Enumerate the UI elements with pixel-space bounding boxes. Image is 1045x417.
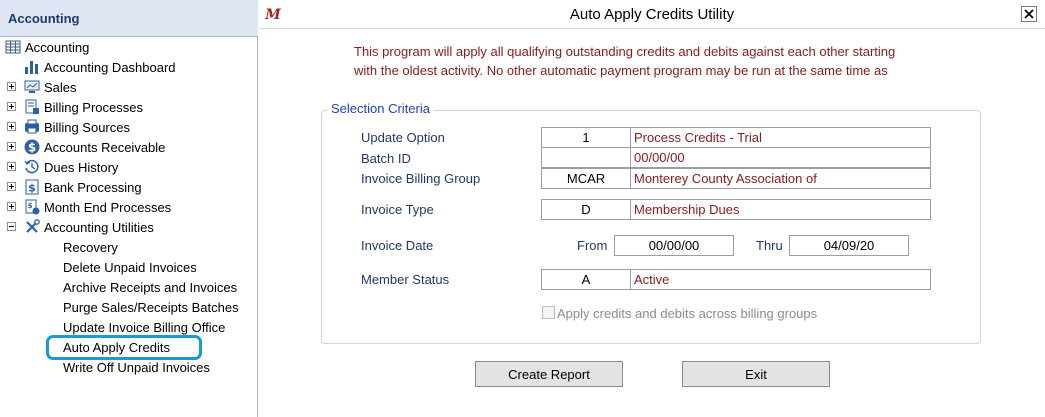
invoice-date-thru-field[interactable]: 04/09/20 <box>789 235 909 256</box>
sales-monitor-icon <box>24 80 40 93</box>
close-button[interactable] <box>1021 6 1037 22</box>
batch-id-label: Batch ID <box>361 151 411 166</box>
tree-subitem-purge-batches[interactable]: Purge Sales/Receipts Batches <box>0 297 258 317</box>
tree-item-label: Accounting Dashboard <box>44 60 176 75</box>
tree-item-label: Dues History <box>44 160 119 175</box>
tree-subitem-archive-receipts-invoices[interactable]: Archive Receipts and Invoices <box>0 277 258 297</box>
svg-text:$: $ <box>28 202 33 210</box>
tree-item-label: Accounts Receivable <box>44 140 166 155</box>
collapse-minus-icon[interactable] <box>7 222 16 231</box>
batch-id-code-field[interactable] <box>541 147 631 168</box>
close-icon <box>1024 9 1034 19</box>
tree-item-billing-processes[interactable]: Billing Processes <box>0 97 258 117</box>
dialog-titlebar: M Auto Apply Credits Utility <box>259 0 1045 29</box>
svg-text:$: $ <box>28 141 36 155</box>
tree-item-sales[interactable]: Sales <box>0 77 258 97</box>
tree-item-billing-sources[interactable]: Billing Sources <box>0 117 258 137</box>
instruction-line-1: This program will apply all qualifying o… <box>354 44 896 59</box>
tree-subitem-label: Recovery <box>63 240 118 255</box>
tools-wrench-icon <box>26 219 40 233</box>
tree-item-bank-processing[interactable]: $ Bank Processing <box>0 177 258 197</box>
bank-dollar-icon: $ <box>25 179 39 195</box>
tree-item-accounting-utilities[interactable]: Accounting Utilities <box>0 217 258 237</box>
batch-id-desc-field: 00/00/00 <box>630 147 931 168</box>
dialog-title: Auto Apply Credits Utility <box>569 6 735 23</box>
tree-subitem-label: Delete Unpaid Invoices <box>63 260 197 275</box>
billing-group-desc-field: Monterey County Association of <box>630 168 931 189</box>
invoice-type-label: Invoice Type <box>361 202 434 217</box>
exit-button[interactable]: Exit <box>682 361 830 387</box>
tree-item-label: Bank Processing <box>44 180 142 195</box>
update-option-label: Update Option <box>361 130 445 145</box>
expand-plus-icon[interactable] <box>7 162 16 171</box>
bar-chart-icon <box>25 61 38 74</box>
update-option-code-field[interactable]: 1 <box>541 127 631 148</box>
member-status-label: Member Status <box>361 272 450 287</box>
invoice-date-label: Invoice Date <box>361 238 434 253</box>
tree-subitem-update-billing-office[interactable]: Update Invoice Billing Office <box>0 317 258 337</box>
member-status-code-field[interactable]: A <box>541 269 631 290</box>
tree-item-label: Sales <box>44 80 77 95</box>
invoice-date-from-field[interactable]: 00/00/00 <box>614 235 734 256</box>
create-report-button[interactable]: Create Report <box>475 361 623 387</box>
tree-subitem-label: Purge Sales/Receipts Batches <box>63 300 239 315</box>
billing-group-label: Invoice Billing Group <box>361 171 481 186</box>
svg-text:$: $ <box>28 182 36 195</box>
instruction-line-2: with the oldest activity. No other autom… <box>354 63 888 78</box>
instruction-note: This program will apply all qualifying o… <box>354 42 974 80</box>
tree-item-accounts-receivable[interactable]: $ Accounts Receivable <box>0 137 258 157</box>
month-end-document-icon: $ <box>25 199 40 215</box>
tree-item-label: Billing Sources <box>44 120 130 135</box>
tree-subitem-write-off-unpaid[interactable]: Write Off Unpaid Invoices <box>0 357 258 377</box>
update-option-desc-field: Process Credits - Trial <box>630 127 931 148</box>
expand-plus-icon[interactable] <box>7 142 16 151</box>
apply-across-groups-checkbox[interactable] <box>542 306 555 319</box>
tree-subitem-delete-unpaid-invoices[interactable]: Delete Unpaid Invoices <box>0 257 258 277</box>
tree-subitem-label: Update Invoice Billing Office <box>63 320 226 335</box>
tree-item-accounting-dashboard[interactable]: Accounting Dashboard <box>0 57 258 77</box>
sidebar-header-title: Accounting <box>8 11 80 26</box>
tree-root-label: Accounting <box>25 40 90 55</box>
tree-item-month-end-processes[interactable]: $ Month End Processes <box>0 197 258 217</box>
tree-item-label: Billing Processes <box>44 100 143 115</box>
sidebar-header: Accounting <box>0 0 258 37</box>
member-status-desc-field: Active <box>630 269 931 290</box>
invoice-date-from-label: From <box>577 238 608 253</box>
history-clock-icon <box>24 159 39 174</box>
tree-root-accounting[interactable]: Accounting <box>0 37 258 57</box>
tree-item-label: Accounting Utilities <box>44 220 154 235</box>
accounting-sidebar: Accounting Accounting Accounting Dashboa… <box>0 0 258 417</box>
expand-plus-icon[interactable] <box>7 122 16 131</box>
tree-item-label: Month End Processes <box>44 200 172 215</box>
expand-plus-icon[interactable] <box>7 102 16 111</box>
apply-across-groups-label: Apply credits and debits across billing … <box>557 306 818 321</box>
ledger-grid-icon <box>5 40 21 54</box>
expand-plus-icon[interactable] <box>7 182 16 191</box>
tree-item-dues-history[interactable]: Dues History <box>0 157 258 177</box>
dollar-coin-icon: $ <box>24 139 40 155</box>
invoice-type-code-field[interactable]: D <box>541 199 631 220</box>
expand-plus-icon[interactable] <box>7 82 16 91</box>
billing-group-code-field[interactable]: MCAR <box>541 168 631 189</box>
selection-criteria-title: Selection Criteria <box>327 101 434 116</box>
invoice-date-thru-label: Thru <box>756 238 783 253</box>
expand-plus-icon[interactable] <box>7 202 16 211</box>
tree-subitem-recovery[interactable]: Recovery <box>0 237 258 257</box>
tree-subitem-label: Write Off Unpaid Invoices <box>63 360 210 375</box>
invoice-type-desc-field: Membership Dues <box>630 199 931 220</box>
selected-item-highlight <box>46 335 202 360</box>
tree-subitem-label: Archive Receipts and Invoices <box>63 280 238 295</box>
billing-document-icon <box>25 99 39 114</box>
billing-sources-icon <box>25 119 39 134</box>
